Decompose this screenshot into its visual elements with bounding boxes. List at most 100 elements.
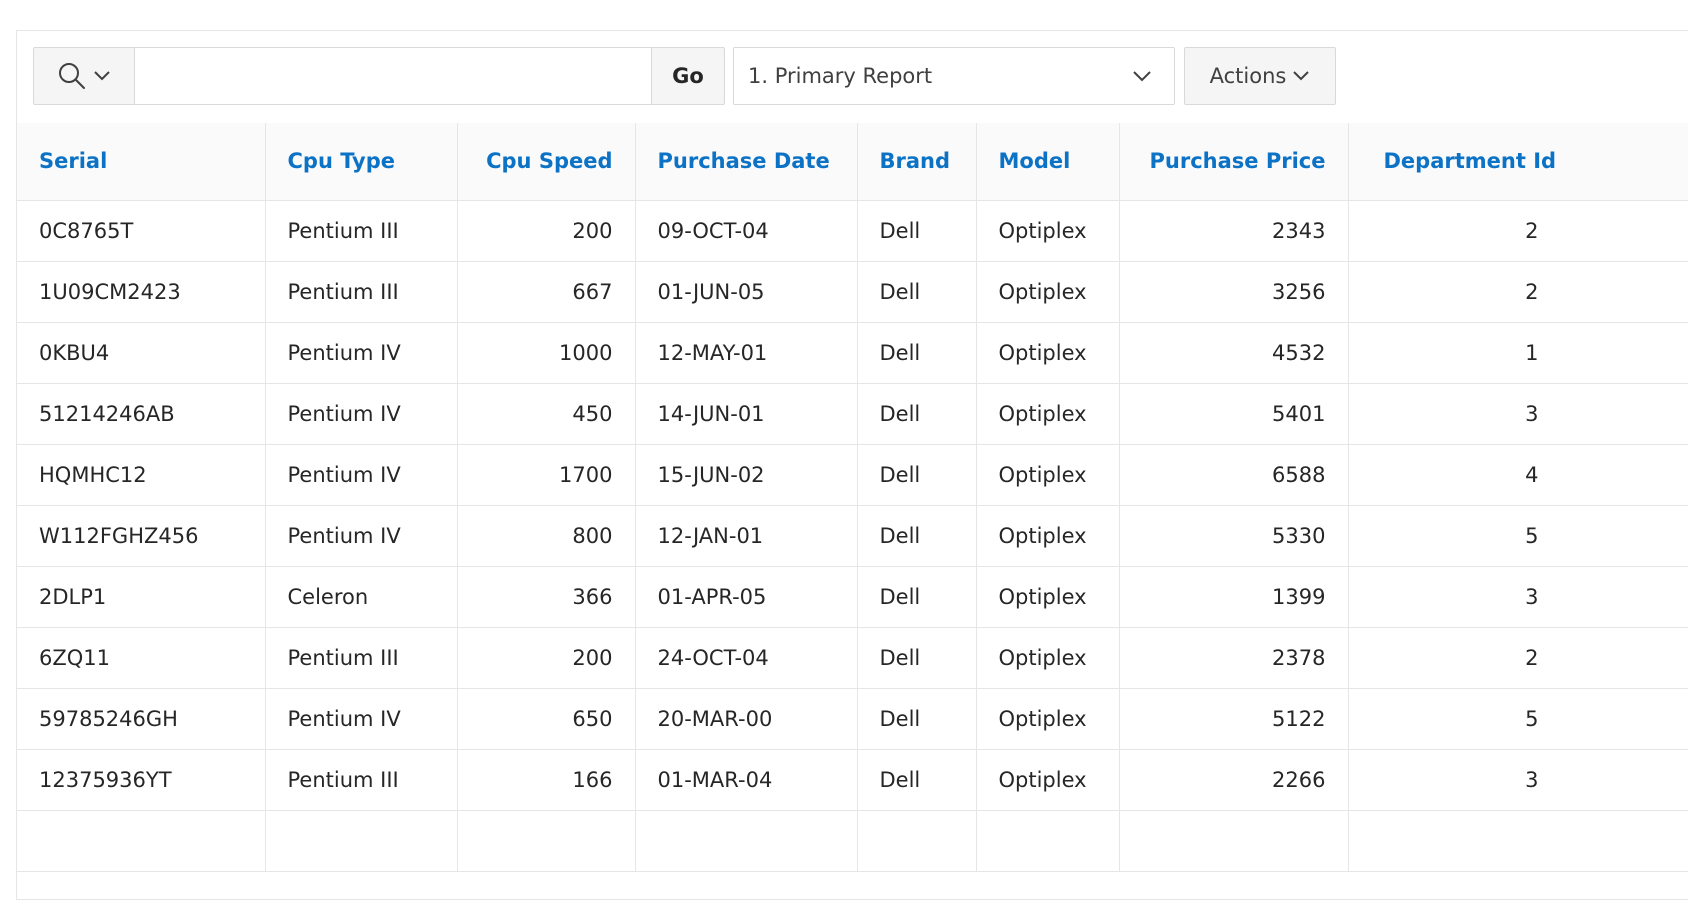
- chevron-down-icon: [1293, 71, 1310, 81]
- cell-cpu-speed: 1700: [457, 444, 636, 506]
- cell-model: Optiplex: [976, 627, 1120, 689]
- cell-cpu-type: Pentium IV: [265, 322, 458, 384]
- cell-cpu-speed: 1000: [457, 322, 636, 384]
- cell-purchase-date: [635, 810, 858, 872]
- column-header-cpu-type[interactable]: Cpu Type: [265, 123, 458, 201]
- column-header-department-id[interactable]: Department Id: [1348, 123, 1688, 201]
- chevron-down-icon: [1133, 71, 1151, 82]
- report-selector[interactable]: 1. Primary Report: [733, 47, 1175, 105]
- cell-purchase-date: 12-MAY-01: [635, 322, 858, 384]
- cell-cpu-type: Pentium III: [265, 627, 458, 689]
- search-columns-button[interactable]: [33, 47, 135, 105]
- interactive-report-region: Go 1. Primary Report Actions Serial Cpu …: [16, 30, 1688, 900]
- cell-purchase-price: 1399: [1119, 566, 1349, 628]
- column-header-serial[interactable]: Serial: [17, 123, 266, 201]
- cell-serial: W112FGHZ456: [17, 505, 266, 567]
- search-input[interactable]: [135, 47, 651, 105]
- table-row: 59785246GH Pentium IV 650 20-MAR-00 Dell…: [17, 688, 1688, 750]
- cell-model: Optiplex: [976, 261, 1120, 323]
- table-header-row: Serial Cpu Type Cpu Speed Purchase Date …: [17, 123, 1688, 201]
- cell-model: Optiplex: [976, 444, 1120, 506]
- cell-department-id: 2: [1348, 261, 1688, 323]
- column-header-purchase-date[interactable]: Purchase Date: [635, 123, 858, 201]
- cell-department-id: 5: [1348, 688, 1688, 750]
- cell-purchase-price: 3256: [1119, 261, 1349, 323]
- cell-purchase-price: 5122: [1119, 688, 1349, 750]
- cell-cpu-speed: 667: [457, 261, 636, 323]
- cell-serial: [17, 810, 266, 872]
- report-selector-value: 1. Primary Report: [748, 64, 933, 88]
- cell-serial: 2DLP1: [17, 566, 266, 628]
- cell-brand: Dell: [857, 566, 977, 628]
- cell-brand: Dell: [857, 200, 977, 262]
- search-bar: Go: [33, 47, 725, 105]
- cell-purchase-date: 12-JAN-01: [635, 505, 858, 567]
- cell-department-id: 2: [1348, 627, 1688, 689]
- cell-department-id: [1348, 810, 1688, 872]
- cell-cpu-speed: 200: [457, 627, 636, 689]
- report-toolbar: Go 1. Primary Report Actions: [17, 31, 1688, 124]
- cell-cpu-type: Pentium IV: [265, 444, 458, 506]
- table-row: 12375936YT Pentium III 166 01-MAR-04 Del…: [17, 749, 1688, 811]
- column-header-brand[interactable]: Brand: [857, 123, 977, 201]
- cell-purchase-price: 5330: [1119, 505, 1349, 567]
- report-table: Serial Cpu Type Cpu Speed Purchase Date …: [17, 123, 1688, 872]
- search-icon: [59, 63, 85, 89]
- cell-cpu-speed: 800: [457, 505, 636, 567]
- cell-serial: 12375936YT: [17, 749, 266, 811]
- cell-purchase-price: 2266: [1119, 749, 1349, 811]
- table-row: 0KBU4 Pentium IV 1000 12-MAY-01 Dell Opt…: [17, 322, 1688, 384]
- go-button[interactable]: Go: [651, 47, 725, 105]
- column-header-model[interactable]: Model: [976, 123, 1120, 201]
- cell-purchase-date: 09-OCT-04: [635, 200, 858, 262]
- chevron-down-icon: [94, 71, 110, 81]
- cell-purchase-price: 6588: [1119, 444, 1349, 506]
- cell-department-id: 1: [1348, 322, 1688, 384]
- actions-label: Actions: [1209, 64, 1287, 88]
- table-row: 1U09CM2423 Pentium III 667 01-JUN-05 Del…: [17, 261, 1688, 323]
- actions-menu-button[interactable]: Actions: [1184, 47, 1336, 105]
- cell-purchase-date: 24-OCT-04: [635, 627, 858, 689]
- cell-brand: Dell: [857, 627, 977, 689]
- cell-model: Optiplex: [976, 505, 1120, 567]
- table-row: [17, 810, 1688, 872]
- cell-cpu-speed: 450: [457, 383, 636, 445]
- cell-purchase-date: 14-JUN-01: [635, 383, 858, 445]
- cell-purchase-price: [1119, 810, 1349, 872]
- cell-department-id: 3: [1348, 749, 1688, 811]
- cell-cpu-type: Pentium IV: [265, 688, 458, 750]
- cell-purchase-date: 01-JUN-05: [635, 261, 858, 323]
- cell-cpu-type: Pentium III: [265, 200, 458, 262]
- cell-model: [976, 810, 1120, 872]
- cell-model: Optiplex: [976, 566, 1120, 628]
- cell-cpu-type: Pentium III: [265, 261, 458, 323]
- cell-purchase-date: 01-MAR-04: [635, 749, 858, 811]
- cell-serial: HQMHC12: [17, 444, 266, 506]
- cell-cpu-type: Pentium IV: [265, 383, 458, 445]
- cell-purchase-date: 20-MAR-00: [635, 688, 858, 750]
- cell-cpu-type: [265, 810, 458, 872]
- column-header-cpu-speed[interactable]: Cpu Speed: [457, 123, 636, 201]
- cell-department-id: 5: [1348, 505, 1688, 567]
- column-header-purchase-price[interactable]: Purchase Price: [1119, 123, 1349, 201]
- cell-cpu-type: Pentium III: [265, 749, 458, 811]
- table-row: W112FGHZ456 Pentium IV 800 12-JAN-01 Del…: [17, 505, 1688, 567]
- table-row: HQMHC12 Pentium IV 1700 15-JUN-02 Dell O…: [17, 444, 1688, 506]
- cell-brand: [857, 810, 977, 872]
- cell-cpu-speed: 200: [457, 200, 636, 262]
- cell-serial: 1U09CM2423: [17, 261, 266, 323]
- cell-purchase-price: 2378: [1119, 627, 1349, 689]
- cell-model: Optiplex: [976, 383, 1120, 445]
- cell-brand: Dell: [857, 322, 977, 384]
- cell-brand: Dell: [857, 261, 977, 323]
- cell-cpu-speed: 166: [457, 749, 636, 811]
- cell-cpu-speed: 366: [457, 566, 636, 628]
- cell-brand: Dell: [857, 749, 977, 811]
- cell-brand: Dell: [857, 688, 977, 750]
- cell-department-id: 2: [1348, 200, 1688, 262]
- table-row: 51214246AB Pentium IV 450 14-JUN-01 Dell…: [17, 383, 1688, 445]
- cell-model: Optiplex: [976, 322, 1120, 384]
- cell-brand: Dell: [857, 505, 977, 567]
- cell-purchase-price: 2343: [1119, 200, 1349, 262]
- cell-serial: 6ZQ11: [17, 627, 266, 689]
